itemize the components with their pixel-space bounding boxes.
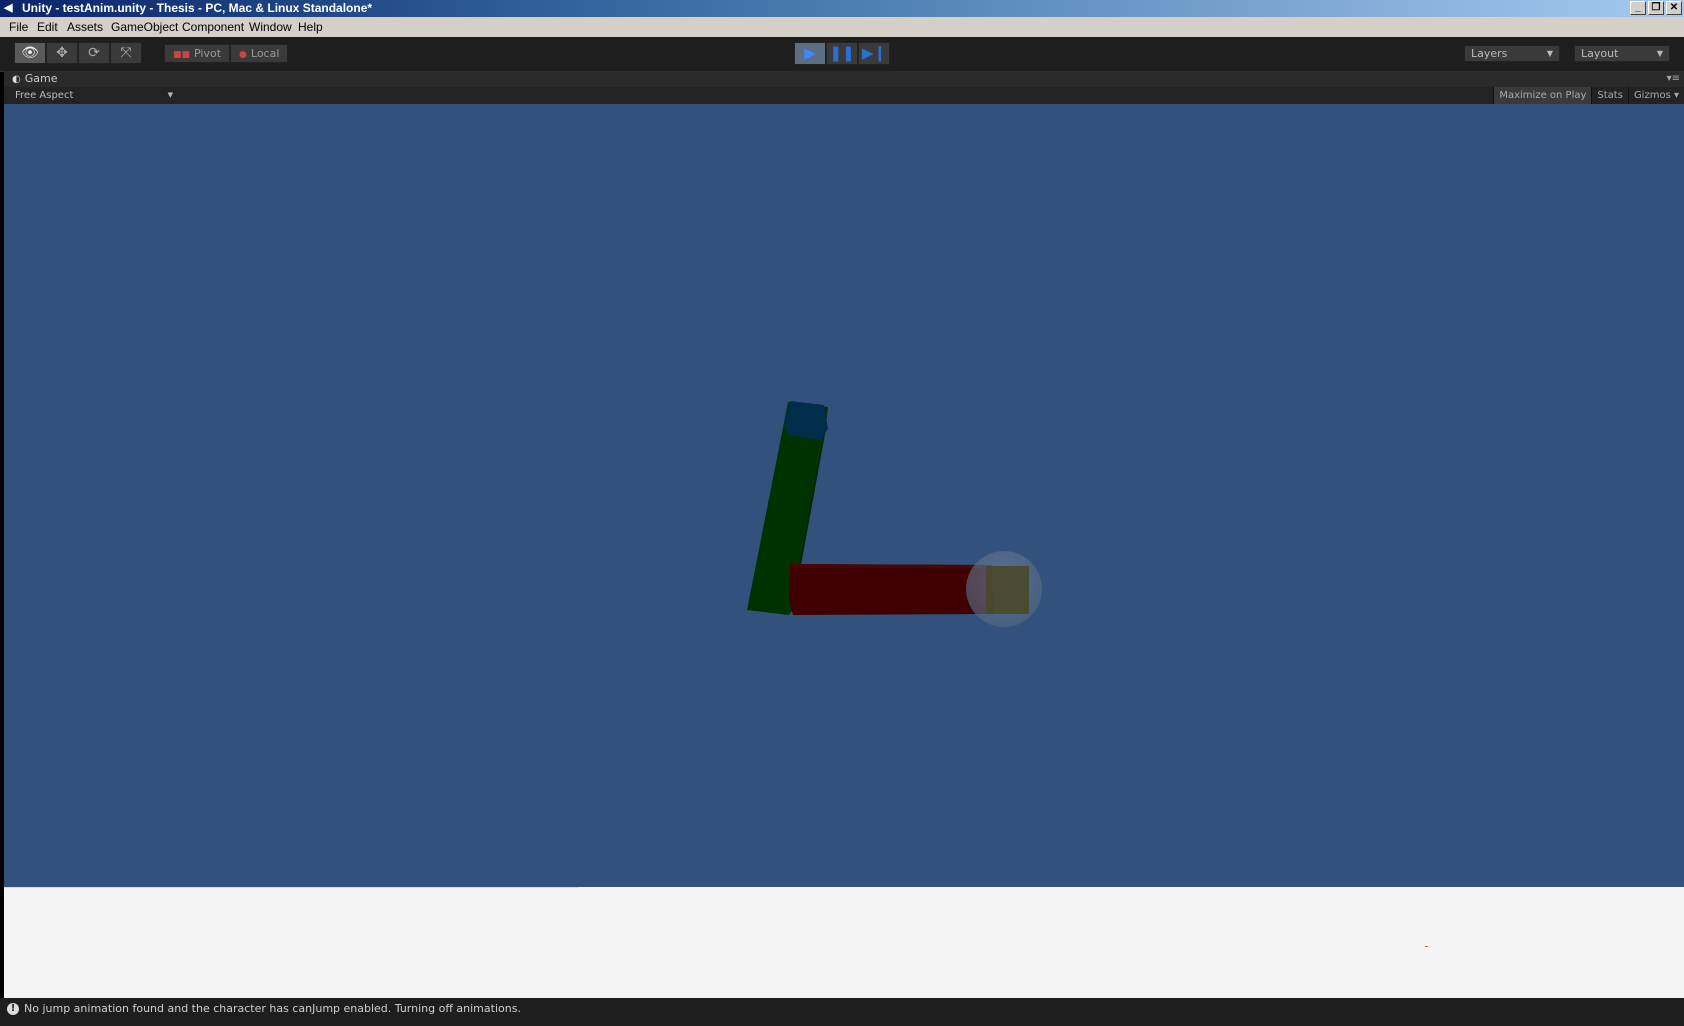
local-label: Local bbox=[250, 47, 280, 60]
unity-icon: ◀ bbox=[4, 2, 13, 14]
chevron-down-icon: ▼ bbox=[1546, 49, 1553, 58]
aspect-dropdown[interactable]: Free Aspect ▼ bbox=[15, 87, 173, 104]
window-title: Unity - testAnim.unity - Thesis - PC, Ma… bbox=[22, 1, 373, 15]
status-message: No jump animation found and the characte… bbox=[24, 1002, 521, 1015]
restore-icon[interactable]: ❐ bbox=[1648, 1, 1664, 15]
gizmos-label: Gizmos bbox=[1633, 90, 1671, 101]
pivot-button[interactable]: ■■ Pivot bbox=[164, 44, 231, 63]
game-view-options: Maximize on Play Stats Gizmos ▾ bbox=[1493, 87, 1684, 104]
move-tool-icon[interactable]: ✥ bbox=[46, 42, 78, 64]
window-title-bar: ◀ Unity - testAnim.unity - Thesis - PC, … bbox=[0, 0, 1684, 17]
close-icon[interactable]: ✕ bbox=[1666, 1, 1682, 15]
menu-window[interactable]: Window bbox=[249, 20, 292, 34]
panel-marker bbox=[1425, 946, 1428, 947]
menu-file[interactable]: File bbox=[9, 20, 28, 34]
joint-sphere-overlay bbox=[966, 551, 1042, 627]
minimize-icon[interactable]: _ bbox=[1630, 1, 1646, 15]
scene-render bbox=[747, 401, 1042, 627]
layout-label: Layout bbox=[1581, 47, 1619, 60]
game-view-toolbar: Free Aspect ▼ Maximize on Play Stats Giz… bbox=[4, 87, 1684, 105]
layers-dropdown[interactable]: Layers ▼ bbox=[1464, 45, 1560, 62]
menu-gameobject[interactable]: GameObject bbox=[111, 20, 178, 34]
pivot-label: Pivot bbox=[194, 47, 222, 60]
stats-toggle[interactable]: Stats bbox=[1591, 87, 1628, 104]
upper-arm-cap bbox=[784, 401, 828, 440]
window-controls: _ ❐ ✕ bbox=[1630, 1, 1682, 15]
game-tab-bar: ◐ Game ▾≡ bbox=[4, 71, 1684, 87]
game-tab-icon: ◐ bbox=[12, 74, 21, 85]
scale-tool-icon[interactable]: ⤧ bbox=[110, 42, 142, 64]
tab-game-label: Game bbox=[24, 72, 58, 85]
menu-bar: File Edit Assets GameObject Component Wi… bbox=[0, 17, 1684, 37]
tab-menu-icon[interactable]: ▾≡ bbox=[1667, 73, 1680, 84]
layers-label: Layers bbox=[1471, 47, 1508, 60]
view-tool-icon[interactable]: 👁 bbox=[14, 42, 46, 64]
menu-component[interactable]: Component bbox=[182, 20, 244, 34]
chevron-down-icon: ▼ bbox=[167, 91, 173, 99]
rotate-tool-icon[interactable]: ⟳ bbox=[78, 42, 110, 64]
local-button[interactable]: ● Local bbox=[230, 44, 289, 63]
pause-icon[interactable]: ❚❚ bbox=[826, 42, 858, 65]
play-controls: ▶ ❚❚ ▶❙ bbox=[794, 42, 890, 65]
game-viewport[interactable] bbox=[4, 104, 1684, 887]
gizmos-dropdown[interactable]: Gizmos ▾ bbox=[1627, 87, 1684, 104]
forearm-top-edge bbox=[790, 564, 992, 568]
chevron-down-icon: ▼ bbox=[1656, 49, 1663, 58]
info-icon: ! bbox=[7, 1003, 19, 1015]
lower-panel bbox=[4, 887, 1684, 998]
maximize-on-play-toggle[interactable]: Maximize on Play bbox=[1493, 87, 1592, 104]
layout-dropdown[interactable]: Layout ▼ bbox=[1574, 45, 1670, 62]
aspect-label: Free Aspect bbox=[15, 90, 74, 101]
panel-divider bbox=[4, 887, 579, 888]
forearm-mesh bbox=[789, 564, 994, 615]
main-toolbar: 👁 ✥ ⟳ ⤧ ■■ Pivot ● Local ▶ ❚❚ ▶❙ Layers ▼ … bbox=[0, 37, 1684, 72]
menu-help[interactable]: Help bbox=[298, 20, 323, 34]
tab-game[interactable]: ◐ Game bbox=[12, 71, 57, 87]
menu-assets[interactable]: Assets bbox=[67, 20, 103, 34]
transform-tools: 👁 ✥ ⟳ ⤧ bbox=[14, 42, 142, 64]
step-icon[interactable]: ▶❙ bbox=[858, 42, 890, 65]
menu-edit[interactable]: Edit bbox=[37, 20, 58, 34]
play-icon[interactable]: ▶ bbox=[794, 42, 826, 65]
pivot-toggle-group: ■■ Pivot ● Local bbox=[164, 44, 289, 63]
local-icon: ● bbox=[239, 50, 247, 60]
pivot-icon: ■■ bbox=[173, 50, 191, 60]
console-status-bar[interactable]: ! No jump animation found and the charac… bbox=[0, 998, 1684, 1026]
